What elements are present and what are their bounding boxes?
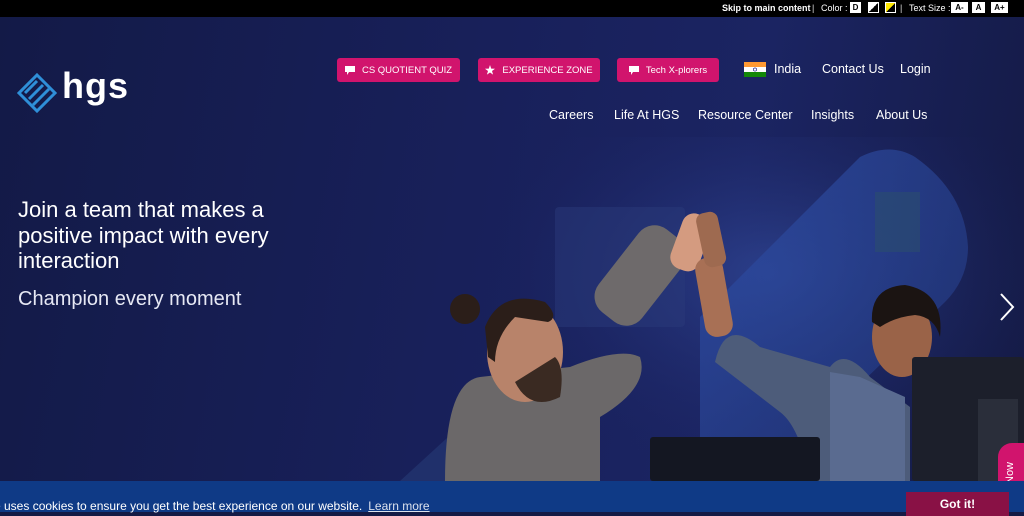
experience-zone-button[interactable]: EXPERIENCE ZONE (478, 58, 600, 82)
apply-now-label: ly Now (1004, 461, 1016, 481)
nav-resource-center[interactable]: Resource Center (698, 108, 793, 122)
learn-more-link[interactable]: Learn more (368, 499, 429, 513)
hero-banner: hgs CS QUOTIENT QUIZ EXPERIENCE ZONE Tec… (0, 17, 1024, 481)
login-link[interactable]: Login (900, 62, 931, 76)
chat-icon (344, 65, 355, 75)
nav-insights[interactable]: Insights (811, 108, 854, 122)
nav-life-at-hgs[interactable]: Life At HGS (614, 108, 679, 122)
nav-about-us[interactable]: About Us (876, 108, 927, 122)
nav-careers[interactable]: Careers (549, 108, 593, 122)
india-flag-icon (744, 62, 766, 77)
apply-now-tab[interactable]: ly Now (998, 443, 1024, 481)
hero-headline: Join a team that makes a positive impact… (18, 197, 269, 273)
divider: | (900, 3, 903, 13)
contact-us-link[interactable]: Contact Us (822, 62, 884, 76)
color-label: Color : (821, 3, 848, 13)
monitor (650, 437, 820, 481)
star-icon (485, 65, 496, 75)
accessibility-bar: Skip to main content | Color : D | Text … (0, 0, 1024, 17)
pill-label: CS QUOTIENT QUIZ (361, 64, 453, 76)
text-size-decrease-button[interactable]: A- (951, 2, 968, 13)
cookie-message: e uses cookies to ensure you get the bes… (0, 499, 363, 513)
text-size-normal-button[interactable]: A (972, 2, 985, 13)
hgs-logo-icon (17, 73, 57, 113)
pill-label: Tech X-plorers (645, 64, 708, 76)
text-size-increase-button[interactable]: A+ (991, 2, 1008, 13)
color-yellow-button[interactable] (885, 2, 896, 13)
cookie-banner: e uses cookies to ensure you get the bes… (0, 481, 1024, 513)
skip-to-main-link[interactable]: Skip to main content (722, 3, 811, 13)
logo-wordmark[interactable]: hgs (62, 65, 129, 107)
chat-icon (628, 65, 639, 75)
hero-subheadline: Champion every moment (18, 288, 242, 310)
text-size-label: Text Size : (909, 3, 951, 13)
pill-label: EXPERIENCE ZONE (502, 64, 593, 76)
tech-xplorers-button[interactable]: Tech X-plorers (617, 58, 719, 82)
got-it-button[interactable]: Got it! (906, 492, 1009, 516)
color-contrast-button[interactable] (868, 2, 879, 13)
chevron-right-icon[interactable] (998, 292, 1016, 322)
divider: | (812, 3, 815, 13)
cs-quotient-quiz-button[interactable]: CS QUOTIENT QUIZ (337, 58, 460, 82)
country-selector[interactable]: India (774, 62, 801, 76)
color-default-button[interactable]: D (850, 2, 861, 13)
